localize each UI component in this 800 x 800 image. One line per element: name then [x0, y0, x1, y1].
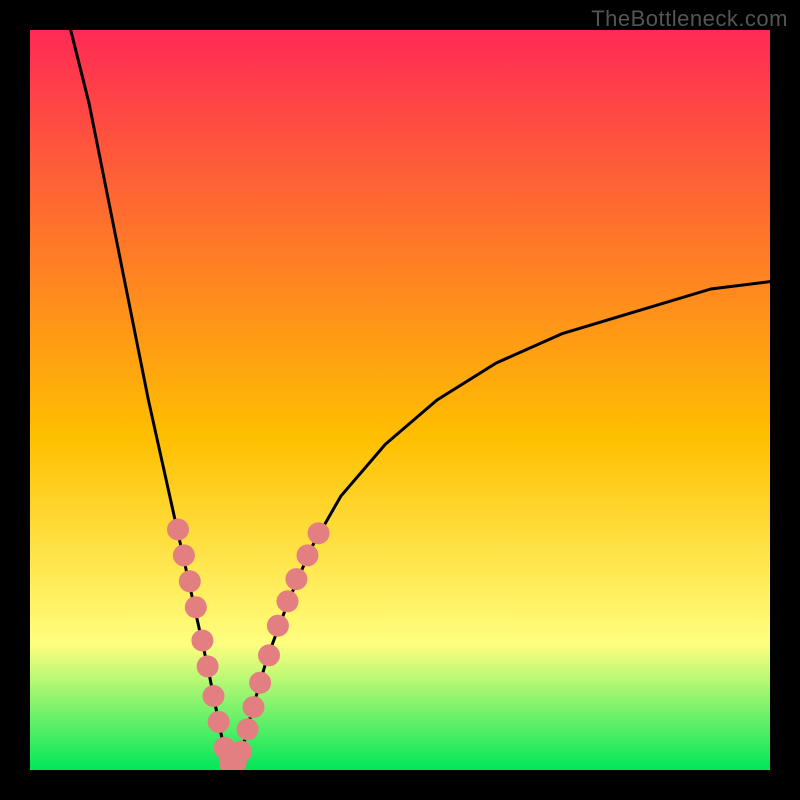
curve-marker	[297, 544, 319, 566]
plot-background	[30, 30, 770, 770]
bottleneck-chart	[0, 0, 800, 800]
curve-marker	[230, 741, 252, 763]
chart-canvas: TheBottleneck.com	[0, 0, 800, 800]
curve-marker	[277, 590, 299, 612]
curve-marker	[308, 522, 330, 544]
curve-marker	[203, 685, 225, 707]
watermark-text: TheBottleneck.com	[591, 6, 788, 32]
curve-marker	[285, 568, 307, 590]
curve-marker	[179, 570, 201, 592]
curve-marker	[237, 718, 259, 740]
curve-marker	[191, 630, 213, 652]
curve-marker	[249, 672, 271, 694]
curve-marker	[173, 544, 195, 566]
curve-marker	[197, 655, 219, 677]
curve-marker	[185, 596, 207, 618]
curve-marker	[258, 644, 280, 666]
curve-marker	[208, 711, 230, 733]
curve-marker	[167, 519, 189, 541]
curve-marker	[267, 615, 289, 637]
curve-marker	[243, 696, 265, 718]
